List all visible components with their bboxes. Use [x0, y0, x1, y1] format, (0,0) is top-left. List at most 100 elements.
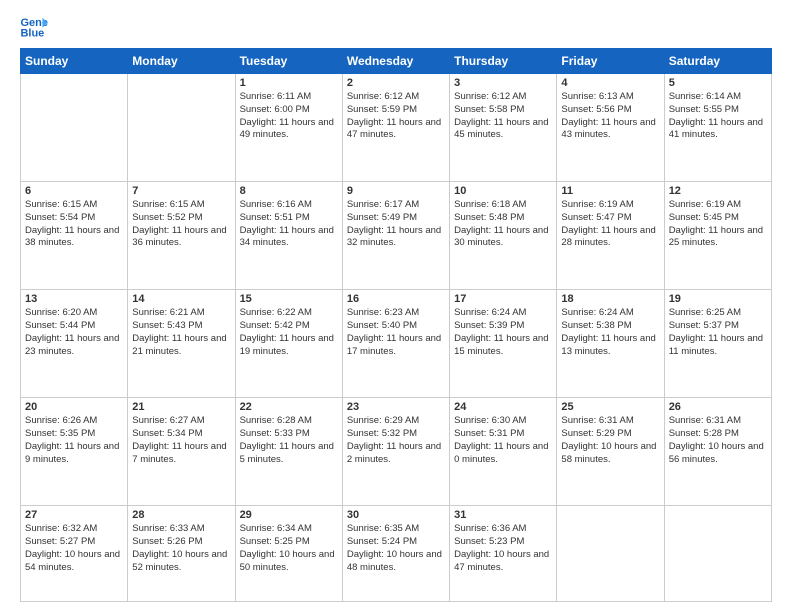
day-number: 20 — [25, 401, 123, 413]
calendar-header-row: SundayMondayTuesdayWednesdayThursdayFrid… — [21, 49, 772, 74]
weekday-header-thursday: Thursday — [450, 49, 557, 74]
logo-icon: General Blue — [20, 16, 48, 38]
weekday-header-monday: Monday — [128, 49, 235, 74]
header: General Blue — [20, 16, 772, 38]
day-content: Sunrise: 6:36 AM Sunset: 5:23 PM Dayligh… — [454, 523, 552, 574]
calendar-cell: 12Sunrise: 6:19 AM Sunset: 5:45 PM Dayli… — [664, 182, 771, 290]
calendar-cell: 25 Sunrise: 6:31 AM Sunset: 5:29 PM Dayli… — [557, 398, 664, 506]
calendar-cell: 3Sunrise: 6:12 AM Sunset: 5:58 PM Daylig… — [450, 74, 557, 182]
day-number: 12 — [669, 185, 767, 197]
weekday-header-tuesday: Tuesday — [235, 49, 342, 74]
day-number: 8 — [240, 185, 338, 197]
day-content: Sunrise: 6:25 AM Sunset: 5:37 PM Dayligh… — [669, 307, 767, 358]
day-content: Sunrise: 6:33 AM Sunset: 5:26 PM Dayligh… — [132, 523, 230, 574]
day-number: 17 — [454, 293, 552, 305]
calendar-cell: 7 Sunrise: 6:15 AM Sunset: 5:52 PM Daylig… — [128, 182, 235, 290]
weekday-header-friday: Friday — [557, 49, 664, 74]
calendar-cell: 1Sunrise: 6:11 AM Sunset: 6:00 PM Daylig… — [235, 74, 342, 182]
day-number: 23 — [347, 401, 445, 413]
calendar-cell: 6Sunrise: 6:15 AM Sunset: 5:54 PM Daylig… — [21, 182, 128, 290]
day-content: Sunrise: 6:21 AM Sunset: 5:43 PM Dayligh… — [132, 307, 230, 358]
page-container: General Blue SundayMondayTuesdayWednesda… — [0, 0, 792, 612]
day-content: Sunrise: 6:13 AM Sunset: 5:56 PM Dayligh… — [561, 91, 659, 142]
day-number: 22 — [240, 401, 338, 413]
day-number: 31 — [454, 509, 552, 521]
day-content: Sunrise: 6:26 AM Sunset: 5:35 PM Dayligh… — [25, 415, 123, 466]
calendar-cell: 26Sunrise: 6:31 AM Sunset: 5:28 PM Dayli… — [664, 398, 771, 506]
day-number: 19 — [669, 293, 767, 305]
day-content: Sunrise: 6:31 AM Sunset: 5:28 PM Dayligh… — [669, 415, 767, 466]
day-content: Sunrise: 6:12 AM Sunset: 5:58 PM Dayligh… — [454, 91, 552, 142]
calendar-cell: 10 Sunrise: 6:18 AM Sunset: 5:48 PM Dayli… — [450, 182, 557, 290]
logo: General Blue — [20, 16, 48, 38]
day-content: Sunrise: 6:22 AM Sunset: 5:42 PM Dayligh… — [240, 307, 338, 358]
calendar-week-0: 1Sunrise: 6:11 AM Sunset: 6:00 PM Daylig… — [21, 74, 772, 182]
day-content: Sunrise: 6:16 AM Sunset: 5:51 PM Dayligh… — [240, 199, 338, 250]
day-number: 5 — [669, 77, 767, 89]
day-number: 13 — [25, 293, 123, 305]
calendar-table: SundayMondayTuesdayWednesdayThursdayFrid… — [20, 48, 772, 602]
day-number: 10 — [454, 185, 552, 197]
day-content: Sunrise: 6:28 AM Sunset: 5:33 PM Dayligh… — [240, 415, 338, 466]
day-content: Sunrise: 6:19 AM Sunset: 5:47 PM Dayligh… — [561, 199, 659, 250]
day-content: Sunrise: 6:31 AM Sunset: 5:29 PM Dayligh… — [561, 415, 659, 466]
day-number: 1 — [240, 77, 338, 89]
weekday-header-wednesday: Wednesday — [342, 49, 449, 74]
calendar-week-3: 20 Sunrise: 6:26 AM Sunset: 5:35 PM Dayli… — [21, 398, 772, 506]
day-content: Sunrise: 6:35 AM Sunset: 5:24 PM Dayligh… — [347, 523, 445, 574]
calendar-cell: 18 Sunrise: 6:24 AM Sunset: 5:38 PM Dayli… — [557, 290, 664, 398]
day-number: 15 — [240, 293, 338, 305]
calendar-cell: 30 Sunrise: 6:35 AM Sunset: 5:24 PM Dayli… — [342, 506, 449, 602]
calendar-cell — [128, 74, 235, 182]
calendar-cell: 8 Sunrise: 6:16 AM Sunset: 5:51 PM Daylig… — [235, 182, 342, 290]
calendar-cell: 22 Sunrise: 6:28 AM Sunset: 5:33 PM Dayli… — [235, 398, 342, 506]
calendar-cell: 14 Sunrise: 6:21 AM Sunset: 5:43 PM Dayli… — [128, 290, 235, 398]
weekday-header-sunday: Sunday — [21, 49, 128, 74]
day-number: 21 — [132, 401, 230, 413]
day-number: 2 — [347, 77, 445, 89]
day-number: 6 — [25, 185, 123, 197]
calendar-cell: 5 Sunrise: 6:14 AM Sunset: 5:55 PM Daylig… — [664, 74, 771, 182]
day-number: 29 — [240, 509, 338, 521]
day-content: Sunrise: 6:15 AM Sunset: 5:52 PM Dayligh… — [132, 199, 230, 250]
calendar-cell: 4 Sunrise: 6:13 AM Sunset: 5:56 PM Daylig… — [557, 74, 664, 182]
day-number: 28 — [132, 509, 230, 521]
day-content: Sunrise: 6:14 AM Sunset: 5:55 PM Dayligh… — [669, 91, 767, 142]
day-content: Sunrise: 6:20 AM Sunset: 5:44 PM Dayligh… — [25, 307, 123, 358]
day-content: Sunrise: 6:27 AM Sunset: 5:34 PM Dayligh… — [132, 415, 230, 466]
day-number: 30 — [347, 509, 445, 521]
day-content: Sunrise: 6:34 AM Sunset: 5:25 PM Dayligh… — [240, 523, 338, 574]
day-number: 27 — [25, 509, 123, 521]
day-number: 25 — [561, 401, 659, 413]
calendar-cell: 15 Sunrise: 6:22 AM Sunset: 5:42 PM Dayli… — [235, 290, 342, 398]
day-content: Sunrise: 6:30 AM Sunset: 5:31 PM Dayligh… — [454, 415, 552, 466]
calendar-body: 1Sunrise: 6:11 AM Sunset: 6:00 PM Daylig… — [21, 74, 772, 602]
calendar-cell: 23 Sunrise: 6:29 AM Sunset: 5:32 PM Dayli… — [342, 398, 449, 506]
day-content: Sunrise: 6:29 AM Sunset: 5:32 PM Dayligh… — [347, 415, 445, 466]
calendar-cell: 13 Sunrise: 6:20 AM Sunset: 5:44 PM Dayli… — [21, 290, 128, 398]
calendar-cell: 16 Sunrise: 6:23 AM Sunset: 5:40 PM Dayli… — [342, 290, 449, 398]
calendar-cell: 11Sunrise: 6:19 AM Sunset: 5:47 PM Dayli… — [557, 182, 664, 290]
day-content: Sunrise: 6:24 AM Sunset: 5:38 PM Dayligh… — [561, 307, 659, 358]
calendar-cell: 31 Sunrise: 6:36 AM Sunset: 5:23 PM Dayli… — [450, 506, 557, 602]
calendar-cell: 21 Sunrise: 6:27 AM Sunset: 5:34 PM Dayli… — [128, 398, 235, 506]
day-number: 7 — [132, 185, 230, 197]
calendar-week-4: 27Sunrise: 6:32 AM Sunset: 5:27 PM Dayli… — [21, 506, 772, 602]
day-content: Sunrise: 6:24 AM Sunset: 5:39 PM Dayligh… — [454, 307, 552, 358]
calendar-cell: 29 Sunrise: 6:34 AM Sunset: 5:25 PM Dayli… — [235, 506, 342, 602]
day-number: 4 — [561, 77, 659, 89]
calendar-week-1: 6Sunrise: 6:15 AM Sunset: 5:54 PM Daylig… — [21, 182, 772, 290]
day-content: Sunrise: 6:18 AM Sunset: 5:48 PM Dayligh… — [454, 199, 552, 250]
day-number: 18 — [561, 293, 659, 305]
calendar-cell — [21, 74, 128, 182]
calendar-cell: 17 Sunrise: 6:24 AM Sunset: 5:39 PM Dayli… — [450, 290, 557, 398]
calendar-cell — [664, 506, 771, 602]
calendar-cell: 19 Sunrise: 6:25 AM Sunset: 5:37 PM Dayli… — [664, 290, 771, 398]
day-content: Sunrise: 6:17 AM Sunset: 5:49 PM Dayligh… — [347, 199, 445, 250]
calendar-cell: 28 Sunrise: 6:33 AM Sunset: 5:26 PM Dayli… — [128, 506, 235, 602]
day-number: 14 — [132, 293, 230, 305]
day-number: 24 — [454, 401, 552, 413]
calendar-cell: 27Sunrise: 6:32 AM Sunset: 5:27 PM Dayli… — [21, 506, 128, 602]
day-number: 16 — [347, 293, 445, 305]
day-content: Sunrise: 6:23 AM Sunset: 5:40 PM Dayligh… — [347, 307, 445, 358]
